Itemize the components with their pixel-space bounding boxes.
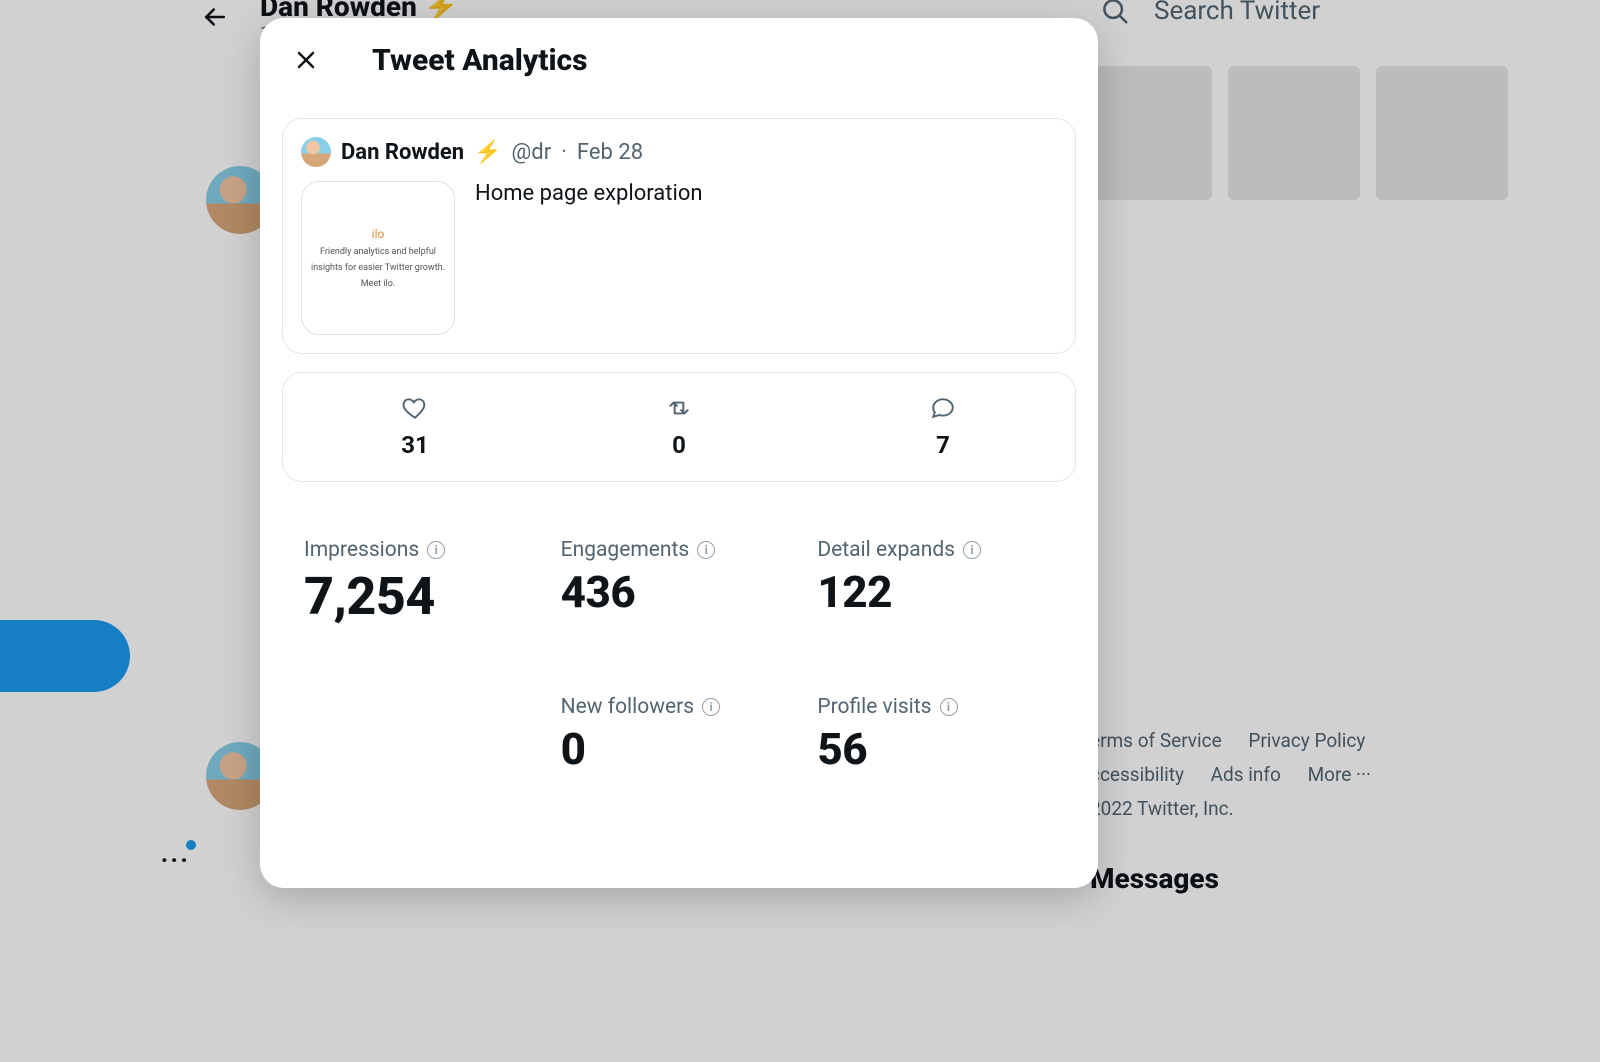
metric-impressions: Impressions i 7,254 — [304, 538, 541, 627]
retweets-count: 0 — [672, 431, 686, 459]
metric-detail-expands: Detail expands i 122 — [817, 538, 1054, 627]
heart-icon — [402, 395, 428, 421]
retweet-icon — [666, 395, 692, 421]
metric-label: Detail expands — [817, 538, 955, 562]
info-icon[interactable]: i — [427, 541, 445, 559]
separator: · — [561, 140, 567, 165]
metric-profile-visits: Profile visits i 56 — [817, 695, 1054, 775]
metric-value: 122 — [817, 566, 1054, 618]
likes-count: 31 — [401, 431, 429, 459]
metric-label: Engagements — [561, 538, 690, 562]
info-icon[interactable]: i — [702, 698, 720, 716]
metric-label: Profile visits — [817, 695, 931, 719]
tweet-author[interactable]: Dan Rowden — [341, 140, 464, 165]
thumb-text: Meet ilo. — [361, 279, 395, 289]
modal-title: Tweet Analytics — [372, 43, 588, 78]
metric-value: 436 — [561, 566, 798, 618]
metric-new-followers: New followers i 0 — [561, 695, 798, 775]
replies-count: 7 — [936, 431, 950, 459]
tweet-text: Home page exploration — [475, 181, 703, 335]
info-icon[interactable]: i — [963, 541, 981, 559]
metric-value: 0 — [561, 723, 798, 775]
tweet-preview-card: Dan Rowden ⚡ @dr · Feb 28 ilo Friendly a… — [282, 118, 1076, 354]
metric-engagements: Engagements i 436 — [561, 538, 798, 627]
metric-label: New followers — [561, 695, 694, 719]
info-icon[interactable]: i — [940, 698, 958, 716]
close-icon — [294, 48, 318, 72]
close-button[interactable] — [288, 42, 324, 78]
metrics-grid: Impressions i 7,254 Engagements i 436 De… — [304, 538, 1054, 775]
tweet-header: Dan Rowden ⚡ @dr · Feb 28 — [301, 137, 1057, 167]
modal-header: Tweet Analytics — [260, 18, 1098, 90]
reply-icon — [930, 395, 956, 421]
metric-label: Impressions — [304, 538, 419, 562]
thumb-logo: ilo — [372, 227, 385, 241]
engagement-summary: 31 0 7 — [282, 372, 1076, 482]
bolt-icon: ⚡ — [474, 140, 501, 165]
tweet-date[interactable]: Feb 28 — [577, 140, 643, 165]
info-icon[interactable]: i — [697, 541, 715, 559]
thumb-text: Friendly analytics and helpful — [320, 247, 436, 257]
avatar[interactable] — [301, 137, 331, 167]
metric-value: 7,254 — [304, 566, 541, 627]
retweets-stat: 0 — [547, 395, 811, 459]
replies-stat: 7 — [811, 395, 1075, 459]
tweet-analytics-modal: Tweet Analytics Dan Rowden ⚡ @dr · Feb 2… — [260, 18, 1098, 888]
likes-stat: 31 — [283, 395, 547, 459]
thumb-text: insights for easier Twitter growth. — [311, 263, 445, 273]
metric-value: 56 — [817, 723, 1054, 775]
tweet-handle[interactable]: @dr — [512, 140, 552, 165]
tweet-image-thumbnail[interactable]: ilo Friendly analytics and helpful insig… — [301, 181, 455, 335]
